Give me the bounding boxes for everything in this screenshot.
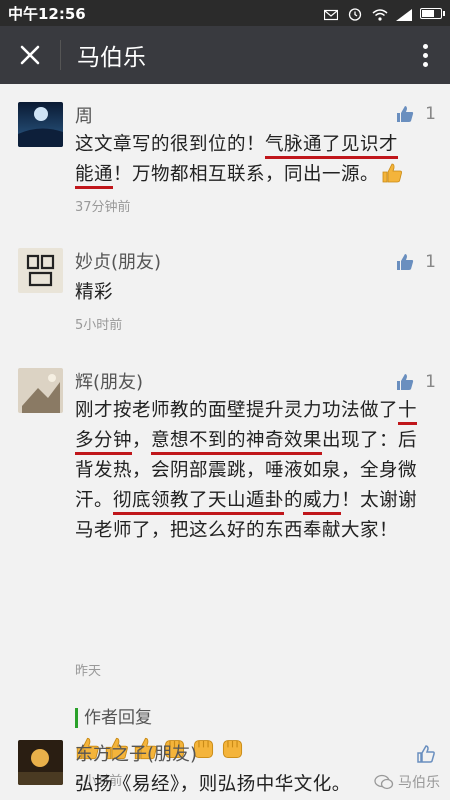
page-title: 马伯乐 <box>77 45 146 71</box>
like-button[interactable]: 1 <box>395 252 436 272</box>
like-button[interactable]: 1 <box>395 104 436 124</box>
avatar[interactable] <box>18 740 63 785</box>
status-icons <box>323 7 445 21</box>
avatar[interactable] <box>18 102 63 147</box>
underlined-text: 气脉通了见识才 <box>265 134 399 159</box>
author-reply-label: 作者回复 <box>75 708 425 728</box>
comment-text-part: ， <box>132 430 152 451</box>
like-count: 1 <box>425 104 436 124</box>
watermark-text: 马伯乐 <box>398 775 440 791</box>
alarm-icon <box>348 7 362 21</box>
comment-text: 弘扬《易经》，则弘扬中华文化。 <box>75 774 351 795</box>
like-count: 1 <box>425 372 436 392</box>
comment-text: 这文章写的很到位的！气脉通了见识才能通！万物都相互联系，同出一源。 <box>75 130 425 190</box>
thumbs-up-icon <box>397 254 414 270</box>
comment-time: 昨天 <box>75 664 102 679</box>
comment-text: 精彩 <box>75 282 114 303</box>
comment-time: 37分钟前 <box>75 200 131 215</box>
more-dot-icon <box>422 43 428 49</box>
close-icon <box>20 45 40 65</box>
comment-text-part: 的 <box>284 490 304 511</box>
thumbs-up-icon <box>397 106 414 122</box>
thumbs-up-emoji-icon <box>382 163 403 183</box>
more-menu-button[interactable] <box>400 26 450 84</box>
commenter-name[interactable]: 东方之子(朋友) <box>75 740 197 766</box>
underlined-text: 意想不到的神奇效果 <box>151 430 323 455</box>
comment-text: 刚才按老师教的面壁提升灵力功法做了十多分钟，意想不到的神奇效果出现了：后背发热，… <box>75 396 425 546</box>
battery-icon <box>420 7 445 19</box>
status-bar: 中午12:56 <box>0 0 450 26</box>
like-button[interactable]: 1 <box>395 372 436 392</box>
wifi-icon <box>372 7 388 21</box>
comment-text-part: 刚才按老师教的面壁提升灵力功法做了 <box>75 400 399 421</box>
fist-emoji-icon <box>222 740 243 759</box>
app-bar: 马伯乐 <box>0 26 450 84</box>
underlined-text: 能通 <box>75 164 114 189</box>
commenter-name[interactable]: 辉(朋友) <box>75 368 143 394</box>
avatar[interactable] <box>18 368 63 413</box>
close-button[interactable] <box>0 26 60 84</box>
commenter-name[interactable]: 周 <box>75 102 93 128</box>
commenter-name[interactable]: 妙贞(朋友) <box>75 248 161 274</box>
watermark: 马伯乐 <box>374 772 440 792</box>
underlined-text: 威力 <box>303 490 342 515</box>
comment-text-part: ！万物都相互联系，同出一源。 <box>113 164 380 185</box>
more-dot-icon <box>422 61 428 67</box>
underlined-text: 彻底领教了天山遁卦 <box>113 490 285 515</box>
thumbs-up-icon <box>397 374 414 390</box>
mail-icon <box>323 7 339 21</box>
status-time: 中午12:56 <box>8 4 86 23</box>
wechat-icon <box>374 774 394 790</box>
like-button[interactable] <box>416 744 436 764</box>
signal-icon <box>396 7 412 21</box>
comment-time: 5小时前 <box>75 318 123 333</box>
comment-text-part: 这文章写的很到位的！ <box>75 134 266 155</box>
app-bar-divider <box>60 40 61 70</box>
avatar[interactable] <box>18 248 63 293</box>
like-count: 1 <box>425 252 436 272</box>
thumbs-up-outline-icon <box>417 745 435 763</box>
more-dot-icon <box>422 52 428 58</box>
